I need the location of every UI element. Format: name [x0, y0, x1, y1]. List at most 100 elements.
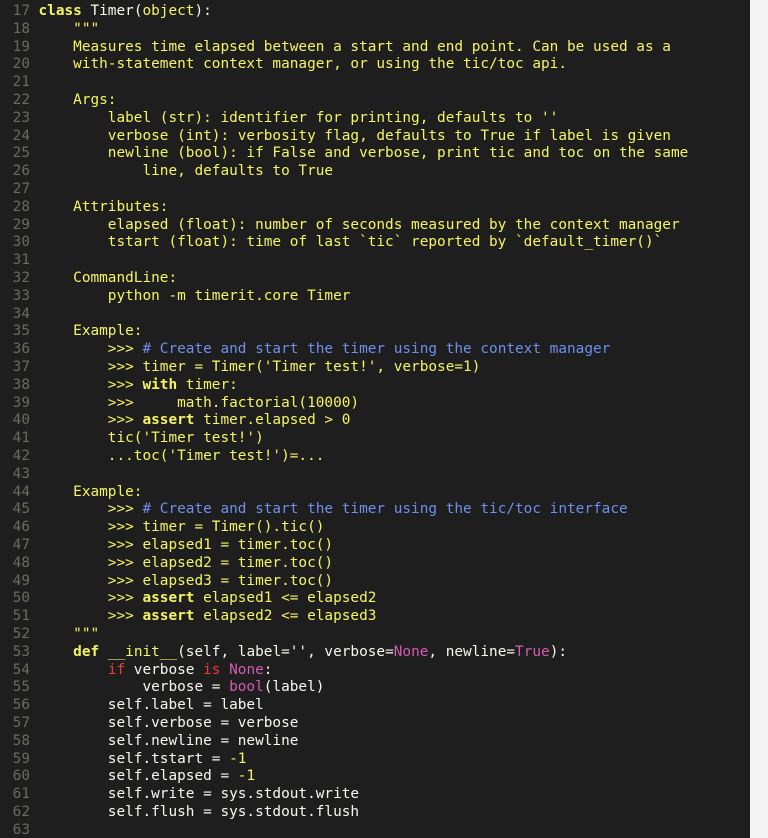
code-text[interactable]: >>> # Create and start the timer using t… [39, 341, 611, 359]
code-text[interactable]: >>> timer = Timer().tic() [39, 519, 325, 537]
code-text[interactable]: def __init__(self, label='', verbose=Non… [39, 643, 568, 662]
code-token: CommandLine: [38, 270, 178, 286]
code-text[interactable]: Attributes: [38, 198, 169, 217]
code-token: class [38, 3, 91, 19]
editor-margin [750, 0, 768, 838]
code-text[interactable]: ...toc('Timer test!')=... [39, 448, 325, 466]
line-number: 56 [12, 697, 30, 714]
line-number: 44 [12, 483, 30, 500]
code-token: ): [194, 3, 212, 19]
code-text[interactable]: line, defaults to True [39, 163, 333, 181]
code-text[interactable]: class Timer(object): [39, 3, 212, 21]
code-token: self.verbose = verbose [38, 715, 299, 731]
code-text[interactable]: verbose = bool(label) [39, 679, 325, 697]
code-text[interactable]: tstart (float): time of last `tic` repor… [39, 234, 663, 252]
code-token: tic('Timer test!') [38, 430, 264, 447]
code-token: self.tstart = [38, 750, 230, 767]
code-token: ...toc('Timer test!')=... [38, 448, 325, 464]
line-number: 19 [12, 38, 30, 55]
line-number: 33 [12, 287, 30, 304]
code-text[interactable]: >>> math.factorial(10000) [38, 394, 360, 413]
line-number: 46 [12, 519, 30, 536]
code-token: : [263, 661, 273, 678]
code-token: newline (bool): if False and verbose, pr… [38, 145, 689, 162]
code-token: """ [38, 626, 100, 642]
code-token: Attributes: [38, 198, 169, 215]
line-number: 57 [12, 715, 30, 731]
code-token: >>> [38, 608, 143, 625]
code-text[interactable]: CommandLine: [38, 270, 178, 288]
code-text[interactable]: Measures time elapsed between a start an… [39, 39, 671, 57]
code-token: >>> elapsed1 = timer.toc() [38, 537, 334, 553]
code-text[interactable]: self.label = label [39, 697, 264, 715]
code-text[interactable]: >>> elapsed3 = timer.toc() [39, 573, 333, 591]
code-text[interactable]: >>> assert elapsed1 <= elapsed2 [39, 590, 377, 608]
code-text[interactable]: """ [38, 20, 100, 39]
code-token: >>> timer = Timer('Timer test!', verbose… [38, 359, 481, 375]
code-text[interactable]: self.verbose = verbose [39, 715, 299, 733]
code-token: tstart (float): time of last `tic` repor… [38, 234, 663, 251]
line-number: 18 [12, 20, 30, 37]
code-text[interactable]: >>> elapsed2 = timer.toc() [38, 554, 334, 573]
code-text[interactable]: self.elapsed = -1 [38, 768, 255, 786]
line-number: 37 [12, 359, 30, 375]
code-token: # Create and start the timer using the t… [142, 501, 628, 518]
code-token: -1 [229, 750, 247, 767]
code-text[interactable]: tic('Timer test!') [39, 430, 264, 448]
code-token: elapsed2 <= elapsed3 [194, 608, 377, 625]
code-text[interactable]: verbose (int): verbosity flag, defaults … [39, 128, 671, 146]
line-number: 25 [12, 145, 30, 162]
code-text[interactable]: >>> with timer: [39, 377, 238, 395]
line-number: 45 [12, 501, 30, 518]
code-text[interactable]: python -m timerit.core Timer [39, 288, 351, 306]
code-token: ): [549, 643, 568, 660]
code-text[interactable]: self.flush = sys.stdout.flush [39, 804, 359, 822]
line-number: 32 [12, 270, 30, 286]
code-editor[interactable]: 17 class Timer(object): 18 """ 19 Measures … [0, 0, 750, 838]
code-token: >>> elapsed2 = timer.toc() [38, 554, 334, 571]
code-token: None [393, 643, 429, 660]
code-text[interactable]: Example: [39, 484, 142, 502]
code-text[interactable]: >>> assert timer.elapsed > 0 [39, 412, 351, 430]
code-text[interactable]: self.tstart = -1 [39, 751, 247, 769]
code-text[interactable]: self.newline = newline [39, 733, 299, 751]
code-text[interactable]: >>> assert elapsed2 <= elapsed3 [39, 608, 377, 626]
code-text[interactable]: with-statement context manager, or using… [39, 56, 567, 74]
code-text[interactable]: Example: [39, 323, 142, 341]
code-token: verbose [125, 661, 204, 678]
code-token: verbose (int): verbosity flag, defaults … [38, 127, 671, 144]
code-token: """ [38, 20, 100, 37]
line-number: 51 [12, 608, 30, 625]
line-number: 20 [12, 56, 30, 73]
code-text[interactable]: self.write = sys.stdout.write [38, 786, 360, 804]
code-text[interactable]: >>> elapsed1 = timer.toc() [38, 537, 334, 555]
code-text[interactable]: >>> # Create and start the timer using t… [39, 501, 628, 519]
code-token: self.label = label [38, 697, 264, 714]
code-text[interactable]: """ [38, 626, 100, 644]
code-token: assert [142, 608, 195, 625]
code-token: >>> math.factorial(10000) [38, 394, 360, 411]
line-number: 40 [12, 412, 30, 429]
line-number: 39 [12, 394, 30, 411]
line-number: 48 [12, 554, 30, 571]
code-token: self.elapsed = [38, 768, 238, 785]
code-text[interactable]: newline (bool): if False and verbose, pr… [39, 145, 689, 163]
code-text[interactable]: elapsed (float): number of seconds measu… [39, 217, 680, 235]
code-text[interactable]: label (str): identifier for printing, de… [39, 110, 559, 128]
code-text[interactable]: >>> timer = Timer('Timer test!', verbose… [39, 359, 481, 377]
code-token: (label) [263, 679, 325, 696]
line-number: 49 [12, 572, 30, 589]
code-token: timer: [177, 376, 238, 393]
code-token: __init__ [107, 643, 178, 660]
code-token: Timer [90, 3, 134, 19]
line-number: 21 [12, 74, 30, 91]
code-token: self.write = sys.stdout.write [38, 786, 360, 803]
code-text[interactable]: Args: [39, 92, 116, 110]
code-token: >>> [38, 341, 143, 358]
code-token: elapsed (float): number of seconds measu… [38, 216, 680, 233]
code-text[interactable]: if verbose is None: [39, 662, 273, 680]
code-token: is [203, 661, 221, 678]
